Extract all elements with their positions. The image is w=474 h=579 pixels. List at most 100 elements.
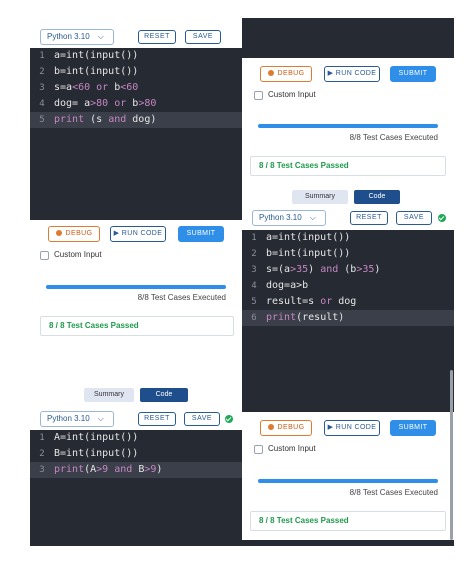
code-line[interactable]: 4 dog=a>b <box>242 278 454 294</box>
run-code-button[interactable]: ▶ RUN CODE <box>324 66 380 82</box>
tab-summary[interactable]: Summary <box>292 190 348 204</box>
language-label: Python 3.10 <box>47 414 90 423</box>
test-cases-passed: 8 / 8 Test Cases Passed <box>250 156 446 176</box>
line-number: 5 <box>39 115 45 125</box>
bug-icon <box>267 424 274 430</box>
code-line[interactable]: 5 print (s and dog) <box>30 112 242 128</box>
run-code-button[interactable]: ▶ RUN CODE <box>110 226 166 242</box>
code-token: A=int(input()) <box>54 432 139 443</box>
debug-button[interactable]: DEBUG <box>260 66 312 82</box>
code-line[interactable]: 1 A=int(input()) <box>30 430 242 446</box>
test-progress-bar <box>46 285 226 289</box>
custom-input-checkbox[interactable] <box>254 91 263 100</box>
code-token: dog <box>332 296 357 307</box>
code-token: B <box>132 464 145 475</box>
code-line[interactable]: 1 a=int(input()) <box>242 230 454 246</box>
code-token: >80 <box>138 98 157 109</box>
code-line[interactable]: 2 b=int(input()) <box>30 64 242 80</box>
code-editor[interactable]: 1 a=int(input()) 2 b=int(input()) 3 s=(a>35) … <box>242 230 454 388</box>
chevron-down-icon: ⌵ <box>309 213 316 222</box>
language-select[interactable]: Python 3.10 ⌵ <box>40 411 114 427</box>
code-line[interactable]: 1 a=int(input()) <box>30 48 242 64</box>
code-line[interactable]: 3 print(A>9 and B>9) <box>30 462 242 478</box>
code-token: (s <box>84 114 109 125</box>
code-line[interactable]: 3 s=(a>35) and (b>35) <box>242 262 454 278</box>
line-number: 5 <box>251 297 257 307</box>
play-icon: ▶ <box>327 424 334 431</box>
scrollbar[interactable] <box>450 370 453 540</box>
code-line[interactable]: 6 print(result) <box>242 310 454 326</box>
code-token: ) <box>156 464 163 475</box>
code-line[interactable]: 4 dog= a>80 or b>80 <box>30 96 242 112</box>
tab-code[interactable]: Code <box>140 388 188 402</box>
submit-button[interactable]: SUBMIT <box>178 226 224 242</box>
code-editor[interactable]: 1 A=int(input()) 2 B=int(input()) 3 print(A>9… <box>30 430 242 546</box>
language-select[interactable]: Python 3.10 ⌵ <box>40 29 114 45</box>
save-button[interactable]: SAVE <box>184 412 220 426</box>
language-select[interactable]: Python 3.10 ⌵ <box>252 210 326 226</box>
language-label: Python 3.10 <box>47 32 90 41</box>
code-token: >35 <box>356 264 375 275</box>
editor-toolbar: Python 3.10 ⌵ RESET SAVE <box>242 204 454 230</box>
code-token: or <box>114 98 127 109</box>
results-panel-1: DEBUG ▶ RUN CODE SUBMIT Custom Input 8/8… <box>242 58 454 190</box>
progress-fill <box>258 479 438 483</box>
debug-label: DEBUG <box>65 230 93 237</box>
editor-dark-strip-3 <box>30 196 242 220</box>
submit-button[interactable]: SUBMIT <box>390 66 436 82</box>
save-button[interactable]: SAVE <box>396 211 432 225</box>
code-token: and <box>108 114 127 125</box>
reset-button[interactable]: RESET <box>138 30 176 44</box>
code-token: and <box>114 464 133 475</box>
progress-fill <box>258 124 438 128</box>
custom-input-label: Custom Input <box>268 444 316 453</box>
code-token: s=a <box>54 82 73 93</box>
code-token: dog=a>b <box>266 280 309 291</box>
run-code-button[interactable]: ▶ RUN CODE <box>324 420 380 436</box>
code-token: (A <box>84 464 97 475</box>
code-line[interactable]: 3 s=a<60 or b<60 <box>30 80 242 96</box>
editor-dark-strip-7 <box>242 540 454 546</box>
submit-button[interactable]: SUBMIT <box>390 420 436 436</box>
save-button[interactable]: SAVE <box>185 30 221 44</box>
test-cases-executed: 8/8 Test Cases Executed <box>349 488 438 497</box>
tab-code[interactable]: Code <box>354 190 400 204</box>
custom-input-checkbox[interactable] <box>40 251 49 260</box>
editor-panel-3: Summary Code Python 3.10 ⌵ RESET SAVE 1 A=… <box>30 378 242 546</box>
saved-check-icon <box>438 214 446 222</box>
code-editor[interactable]: 1 a=int(input()) 2 b=int(input()) 3 s=a<60 or… <box>30 48 242 220</box>
editor-toolbar: Python 3.10 ⌵ RESET SAVE <box>30 406 242 430</box>
code-token: or <box>320 296 333 307</box>
custom-input-checkbox[interactable] <box>254 445 263 454</box>
language-label: Python 3.10 <box>259 213 302 222</box>
line-number: 3 <box>39 465 45 475</box>
debug-button[interactable]: DEBUG <box>48 226 100 242</box>
code-token: b=int(input()) <box>54 66 139 77</box>
debug-label: DEBUG <box>277 424 305 431</box>
code-token: dog) <box>126 114 157 125</box>
code-token: and <box>320 264 339 275</box>
line-number: 4 <box>39 99 45 109</box>
code-token: a=int(input()) <box>266 232 351 243</box>
reset-button[interactable]: RESET <box>138 412 176 426</box>
results-panel-3: DEBUG ▶ RUN CODE SUBMIT Custom Input 8/8… <box>242 412 454 540</box>
code-token: <60 <box>120 82 139 93</box>
debug-button[interactable]: DEBUG <box>260 420 312 436</box>
line-number: 3 <box>39 83 45 93</box>
code-token: <60 <box>72 82 91 93</box>
run-label: RUN CODE <box>335 70 377 77</box>
progress-fill <box>46 285 226 289</box>
play-icon: ▶ <box>327 70 334 77</box>
code-line[interactable]: 2 B=int(input()) <box>30 446 242 462</box>
line-number: 2 <box>39 67 45 77</box>
line-number: 3 <box>251 265 257 275</box>
test-progress-bar <box>258 479 438 483</box>
reset-button[interactable]: RESET <box>350 211 388 225</box>
tab-summary[interactable]: Summary <box>84 388 134 402</box>
line-number: 6 <box>251 313 257 323</box>
code-line[interactable]: 2 b=int(input()) <box>242 246 454 262</box>
editor-panel-2: Summary Code Python 3.10 ⌵ RESET SAVE 1 a=… <box>242 188 454 388</box>
chevron-down-icon: ⌵ <box>97 414 104 423</box>
code-line[interactable]: 5 result=s or dog <box>242 294 454 310</box>
editor-panel-1: Python 3.10 ⌵ RESET SAVE 1 a=int(input()) 2… <box>30 18 242 220</box>
